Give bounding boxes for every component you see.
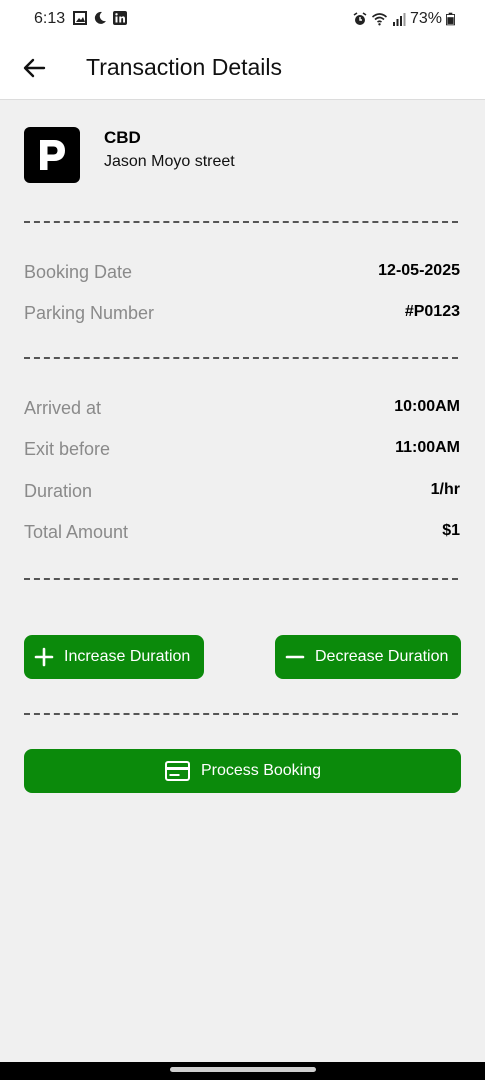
total-amount-value: $1 xyxy=(442,522,460,539)
page-title: Transaction Details xyxy=(86,54,283,80)
duration-value: 1/hr xyxy=(430,481,460,498)
parking-p-icon xyxy=(40,140,65,170)
status-bar: 6:13 73% xyxy=(0,0,485,40)
divider xyxy=(24,578,458,580)
parking-number-label: Parking Number xyxy=(24,303,155,323)
wifi-icon xyxy=(371,13,387,26)
exit-before-value: 11:00AM xyxy=(395,439,460,456)
status-icons-left xyxy=(73,11,127,25)
system-nav-bar xyxy=(0,1062,485,1080)
parking-logo xyxy=(24,127,80,183)
credit-card-icon xyxy=(164,761,190,781)
parking-lot-name: CBD xyxy=(104,128,141,147)
parking-number-value: #P0123 xyxy=(404,303,460,320)
parking-lot-address: Jason Moyo street xyxy=(104,153,235,170)
process-booking-button[interactable]: Process Booking xyxy=(24,749,461,793)
arrived-at-value: 10:00AM xyxy=(394,398,460,415)
divider xyxy=(24,713,458,715)
decrease-duration-label: Decrease Duration xyxy=(315,648,449,665)
divider xyxy=(24,221,458,223)
status-icons-right: 73% xyxy=(353,10,455,28)
decrease-duration-button[interactable]: Decrease Duration xyxy=(275,635,461,679)
gallery-icon xyxy=(73,11,87,25)
arrived-at-label: Arrived at xyxy=(24,398,102,418)
increase-duration-button[interactable]: Increase Duration xyxy=(24,635,204,679)
booking-date-value: 12-05-2025 xyxy=(378,262,460,279)
plus-icon xyxy=(34,647,54,667)
alarm-icon xyxy=(353,12,367,25)
signal-icon xyxy=(392,13,406,26)
duration-label: Duration xyxy=(24,481,93,501)
home-gesture-handle[interactable] xyxy=(170,1067,316,1072)
minus-icon xyxy=(285,655,305,659)
battery-icon xyxy=(446,12,455,26)
battery-percent: 73% xyxy=(409,10,442,27)
status-time: 6:13 xyxy=(34,10,66,27)
moon-icon xyxy=(94,11,106,24)
total-amount-label: Total Amount xyxy=(24,522,129,542)
divider xyxy=(24,357,458,359)
back-arrow-icon[interactable] xyxy=(20,54,48,82)
app-bar: Transaction Details xyxy=(0,40,485,100)
booking-date-label: Booking Date xyxy=(24,262,133,282)
exit-before-label: Exit before xyxy=(24,439,111,459)
process-booking-label: Process Booking xyxy=(200,762,322,779)
linkedin-icon xyxy=(113,11,127,25)
increase-duration-label: Increase Duration xyxy=(64,648,191,665)
